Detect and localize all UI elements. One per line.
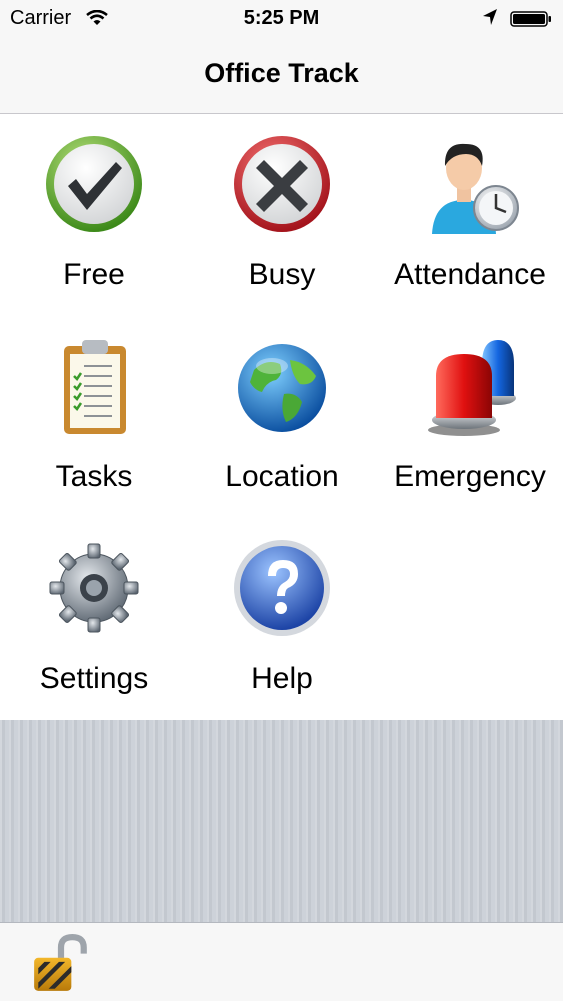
bottom-toolbar [0,922,563,1001]
question-mark-icon [234,540,330,636]
person-clock-icon [432,143,519,234]
status-bar: Carrier 5:25 PM [0,0,563,36]
free-button[interactable]: Free [0,114,188,314]
battery-icon [510,10,551,27]
action-grid: Free Busy Attendance Tasks Location Emer… [0,114,563,720]
gear-icon [49,543,139,633]
emergency-button[interactable]: Emergency [376,316,563,516]
busy-button[interactable]: Busy [188,114,376,314]
open-padlock-icon[interactable] [30,933,92,995]
busy-label: Busy [248,258,316,291]
location-button[interactable]: Location [188,316,376,516]
location-label: Location [225,460,339,493]
settings-label: Settings [39,662,149,695]
location-arrow-icon [482,8,498,32]
clock: 5:25 PM [243,7,320,29]
globe-icon [238,344,326,432]
attendance-button[interactable]: Attendance [376,114,563,314]
tasks-label: Tasks [55,460,133,493]
page-title: Office Track [204,58,359,88]
striped-background [0,720,563,922]
tasks-button[interactable]: Tasks [0,316,188,516]
emergency-label: Emergency [394,460,546,493]
clipboard-checklist-icon [64,340,126,434]
green-checkmark-icon [46,136,142,232]
free-label: Free [63,258,125,291]
siren-lights-icon [428,340,516,436]
help-button[interactable]: Help [188,518,376,718]
attendance-label: Attendance [394,258,546,291]
navigation-bar: Office Track [0,36,563,114]
settings-button[interactable]: Settings [0,518,188,718]
help-label: Help [251,662,313,695]
red-x-icon [234,136,330,232]
